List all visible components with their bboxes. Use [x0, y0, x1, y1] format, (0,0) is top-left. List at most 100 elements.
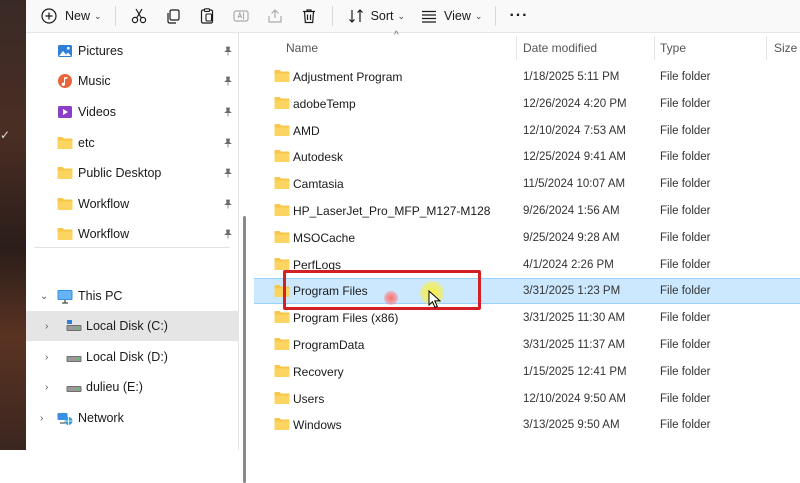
share-button[interactable] — [258, 2, 292, 30]
file-row[interactable]: adobeTemp 12/26/2024 4:20 PM File folder — [254, 91, 800, 117]
nav-item-dulieu-e[interactable]: › dulieu (E:) — [26, 372, 238, 402]
pin-icon[interactable] — [223, 228, 233, 242]
nav-item-label: Music — [78, 74, 111, 88]
toolbar-divider — [495, 6, 497, 26]
nav-item-workflow-2[interactable]: Workflow — [26, 219, 238, 249]
file-date-modified: 1/15/2025 12:41 PM — [523, 365, 627, 378]
nav-item-label: Videos — [78, 105, 116, 119]
file-type: File folder — [660, 151, 711, 164]
file-explorer-window: New ⌄ Sort ⌄ View ⌄ ··· Pictures Music V… — [26, 0, 800, 483]
sort-button[interactable]: Sort ⌄ — [339, 2, 412, 30]
file-row[interactable]: Adjustment Program 1/18/2025 5:11 PM File … — [254, 64, 800, 90]
cut-button[interactable] — [122, 2, 156, 30]
copy-button[interactable] — [156, 2, 190, 30]
nav-item-music[interactable]: Music — [26, 66, 238, 96]
file-row[interactable]: HP_LaserJet_Pro_MFP_M127-M128 9/26/2024 1… — [254, 198, 800, 224]
paste-button[interactable] — [190, 2, 224, 30]
chevron-right-icon[interactable]: › — [45, 352, 48, 363]
folder-icon — [57, 135, 73, 151]
nav-item-workflow[interactable]: Workflow — [26, 189, 238, 219]
file-type: File folder — [660, 258, 711, 271]
mouse-cursor-icon — [428, 289, 442, 312]
navigation-pane: Pictures Music Videos etc Public Desktop… — [26, 33, 246, 483]
nav-item-this-pc[interactable]: ⌄ This PC — [26, 281, 238, 311]
folder-icon — [57, 165, 73, 181]
nav-item-network[interactable]: › Network — [26, 403, 238, 433]
pin-icon[interactable] — [223, 198, 233, 212]
column-header-date[interactable]: Date modified — [523, 41, 597, 55]
view-button-label: View — [444, 9, 471, 23]
nav-item-etc[interactable]: etc — [26, 128, 238, 158]
file-name: HP_LaserJet_Pro_MFP_M127-M128 — [293, 204, 491, 218]
chevron-right-icon[interactable]: › — [45, 321, 48, 332]
drive-icon — [66, 318, 82, 334]
folder-icon — [274, 417, 290, 431]
chevron-right-icon[interactable]: › — [40, 413, 43, 424]
file-row[interactable]: ProgramData 3/31/2025 11:37 AM File folder — [254, 332, 800, 358]
network-icon — [57, 410, 73, 426]
drive-icon — [66, 379, 82, 395]
trash-icon — [299, 6, 319, 26]
file-date-modified: 3/31/2025 11:37 AM — [523, 339, 626, 351]
folder-icon — [274, 176, 290, 190]
file-name: Autodesk — [293, 150, 344, 165]
command-bar: New ⌄ Sort ⌄ View ⌄ ··· — [26, 0, 800, 33]
plus-icon — [39, 6, 59, 26]
pin-icon[interactable] — [223, 106, 233, 120]
column-header-type[interactable]: Type — [660, 41, 686, 55]
file-row[interactable]: Recovery 1/15/2025 12:41 PM File folder — [254, 359, 800, 385]
more-options-button[interactable]: ··· — [502, 2, 535, 30]
sort-icon — [346, 6, 366, 26]
nav-item-pictures[interactable]: Pictures — [26, 36, 238, 66]
sort-ascending-icon: ^ — [394, 30, 399, 41]
copy-icon — [163, 6, 183, 26]
pin-icon[interactable] — [223, 75, 233, 89]
file-row[interactable]: MSOCache 9/25/2024 9:28 AM File folder — [254, 225, 800, 251]
column-divider[interactable] — [516, 36, 517, 60]
folder-icon — [274, 364, 290, 378]
file-type: File folder — [660, 365, 711, 378]
file-row[interactable]: Autodesk 12/25/2024 9:41 AM File folder — [254, 144, 800, 170]
folder-icon — [274, 230, 290, 244]
pin-icon[interactable] — [223, 167, 233, 181]
file-name: adobeTemp — [293, 96, 356, 111]
nav-scrollbar[interactable] — [243, 216, 246, 483]
file-date-modified: 12/10/2024 9:50 AM — [523, 392, 626, 405]
file-date-modified: 12/26/2024 4:20 PM — [523, 97, 627, 110]
file-type: File folder — [660, 124, 711, 137]
column-header-size[interactable]: Size — [774, 41, 797, 55]
nav-item-label: dulieu (E:) — [86, 380, 143, 394]
file-row[interactable]: AMD 12/10/2024 7:53 AM File folder — [254, 118, 800, 144]
file-date-modified: 9/26/2024 1:56 AM — [523, 205, 620, 217]
chevron-down-icon: ⌄ — [474, 10, 483, 21]
nav-item-public-desktop[interactable]: Public Desktop — [26, 158, 238, 188]
column-header-name[interactable]: Name — [286, 41, 318, 55]
file-row[interactable]: Windows 3/13/2025 9:50 AM File folder — [254, 412, 800, 438]
file-date-modified: 12/25/2024 9:41 AM — [523, 151, 626, 164]
nav-item-local-disk-d[interactable]: › Local Disk (D:) — [26, 342, 238, 372]
pin-icon[interactable] — [223, 45, 233, 59]
rename-button[interactable] — [224, 2, 258, 30]
new-button[interactable]: New ⌄ — [32, 2, 109, 30]
column-header-row: ^ Name Date modified Type Size — [254, 30, 800, 61]
view-button[interactable]: View ⌄ — [412, 2, 489, 30]
sort-button-label: Sort — [370, 9, 394, 23]
file-type: File folder — [660, 392, 711, 405]
column-divider[interactable] — [654, 36, 655, 60]
folder-icon — [57, 226, 73, 242]
more-dots-icon: ··· — [509, 7, 529, 24]
nav-item-videos[interactable]: Videos — [26, 97, 238, 127]
column-divider[interactable] — [766, 36, 767, 60]
nav-item-local-disk-c[interactable]: › Local Disk (C:) — [26, 311, 238, 341]
chevron-down-icon: ⌄ — [397, 10, 406, 21]
file-row[interactable]: Camtasia 11/5/2024 10:07 AM File folder — [254, 171, 800, 197]
pictures-icon — [57, 43, 73, 59]
file-row[interactable]: Users 12/10/2024 9:50 AM File folder — [254, 386, 800, 412]
nav-item-label: Local Disk (D:) — [86, 350, 168, 364]
pin-icon[interactable] — [223, 137, 233, 151]
chevron-down-icon[interactable]: ⌄ — [40, 291, 48, 302]
annotation-highlight-box — [283, 270, 481, 310]
nav-item-label: etc — [78, 136, 95, 150]
chevron-right-icon[interactable]: › — [45, 382, 48, 393]
delete-button[interactable] — [292, 2, 326, 30]
